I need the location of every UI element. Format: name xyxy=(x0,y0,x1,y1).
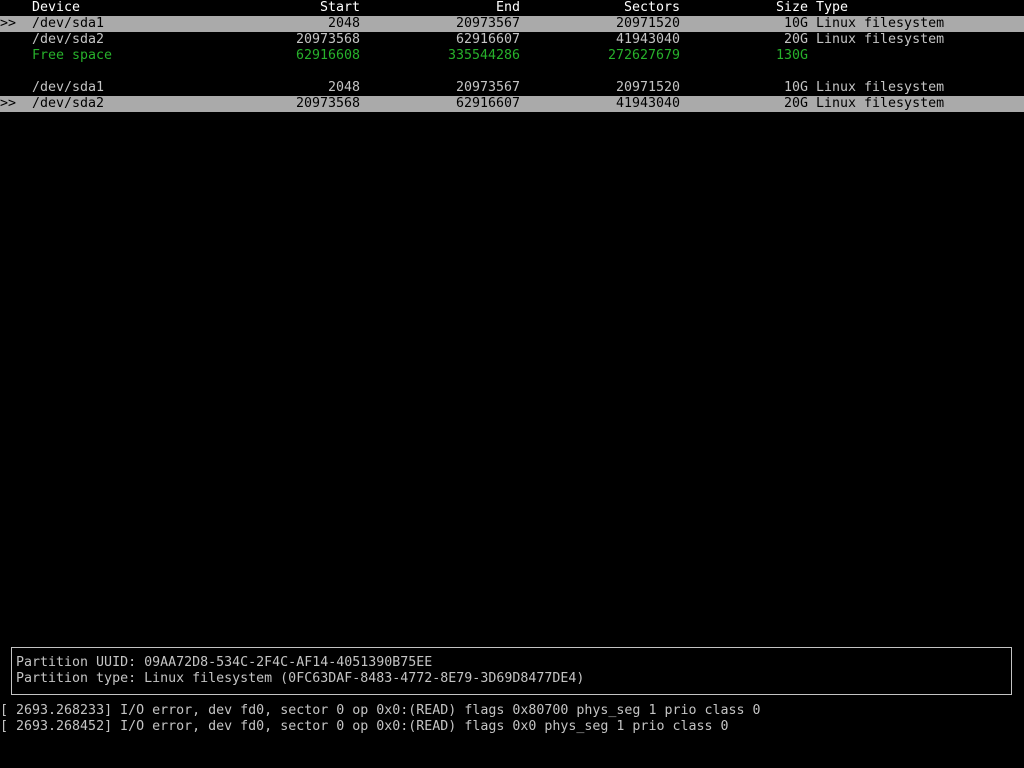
table-row[interactable]: >> /dev/sda1 2048 20973567 20971520 10G … xyxy=(0,16,1024,32)
selection-marker xyxy=(0,80,24,96)
header-type: Type xyxy=(816,0,849,15)
row-size: 10G xyxy=(783,80,808,95)
row-start: 2048 xyxy=(327,80,360,95)
row-start: 62916608 xyxy=(295,48,360,63)
row-sectors: 20971520 xyxy=(615,16,680,31)
row-device: Free space xyxy=(32,48,113,63)
row-sectors: 20971520 xyxy=(615,80,680,95)
selection-marker xyxy=(0,48,24,64)
row-end: 62916607 xyxy=(455,96,520,111)
row-sectors: 41943040 xyxy=(615,32,680,47)
table-row[interactable]: >> /dev/sda2 20973568 62916607 41943040 … xyxy=(0,96,1024,112)
row-start: 2048 xyxy=(327,16,360,31)
row-end: 20973567 xyxy=(455,80,520,95)
row-type xyxy=(816,48,1016,64)
header-device: Device xyxy=(32,0,81,15)
row-start: 20973568 xyxy=(295,96,360,111)
header-end: End xyxy=(495,0,520,15)
partition-type: Partition type: Linux filesystem (0FC63D… xyxy=(16,671,585,686)
row-start: 20973568 xyxy=(295,32,360,47)
row-type: Linux filesystem xyxy=(816,80,945,95)
kernel-log-line: [ 2693.268233] I/O error, dev fd0, secto… xyxy=(0,703,761,718)
free-space-row[interactable]: Free space 62916608 335544286 272627679 … xyxy=(0,48,1024,64)
partition-uuid: Partition UUID: 09AA72D8-534C-2F4C-AF14-… xyxy=(16,655,433,670)
header-size: Size xyxy=(775,0,808,15)
header-sectors: Sectors xyxy=(623,0,680,15)
row-size: 130G xyxy=(775,48,808,63)
row-sectors: 41943040 xyxy=(615,96,680,111)
row-sectors: 272627679 xyxy=(607,48,680,63)
row-type: Linux filesystem xyxy=(816,32,945,47)
kernel-log-line: [ 2693.268452] I/O error, dev fd0, secto… xyxy=(0,719,729,734)
row-type: Linux filesystem xyxy=(816,16,945,31)
row-end: 62916607 xyxy=(455,32,520,47)
selection-marker: >> xyxy=(0,16,17,31)
header-start: Start xyxy=(319,0,360,15)
row-device: /dev/sda1 xyxy=(32,16,105,31)
table-row[interactable]: /dev/sda2 20973568 62916607 41943040 20G… xyxy=(0,32,1024,48)
row-size: 20G xyxy=(783,32,808,47)
selection-marker xyxy=(0,32,24,48)
row-size: 10G xyxy=(783,16,808,31)
row-end: 335544286 xyxy=(447,48,520,63)
row-type: Linux filesystem xyxy=(816,96,945,111)
row-device: /dev/sda2 xyxy=(32,96,105,111)
selection-marker: >> xyxy=(0,96,17,111)
row-end: 20973567 xyxy=(455,16,520,31)
row-device: /dev/sda1 xyxy=(32,80,105,95)
row-size: 20G xyxy=(783,96,808,111)
table-row[interactable]: /dev/sda1 2048 20973567 20971520 10G Lin… xyxy=(0,80,1024,96)
row-device: /dev/sda2 xyxy=(32,32,105,47)
table-header: Device Start End Sectors Size Type xyxy=(0,0,1024,16)
partition-info-box: Partition UUID: 09AA72D8-534C-2F4C-AF14-… xyxy=(11,647,1012,695)
